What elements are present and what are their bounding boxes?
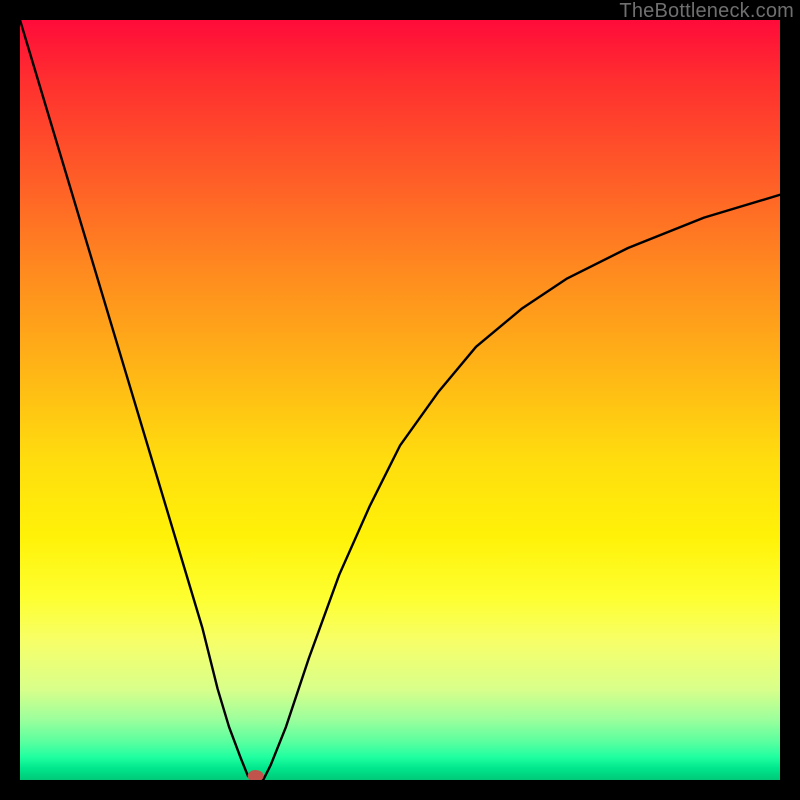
plot-area	[20, 20, 780, 780]
bottleneck-curve	[20, 20, 780, 780]
chart-frame: TheBottleneck.com	[0, 0, 800, 800]
chart-svg	[20, 20, 780, 780]
bottleneck-point-marker	[248, 770, 264, 780]
